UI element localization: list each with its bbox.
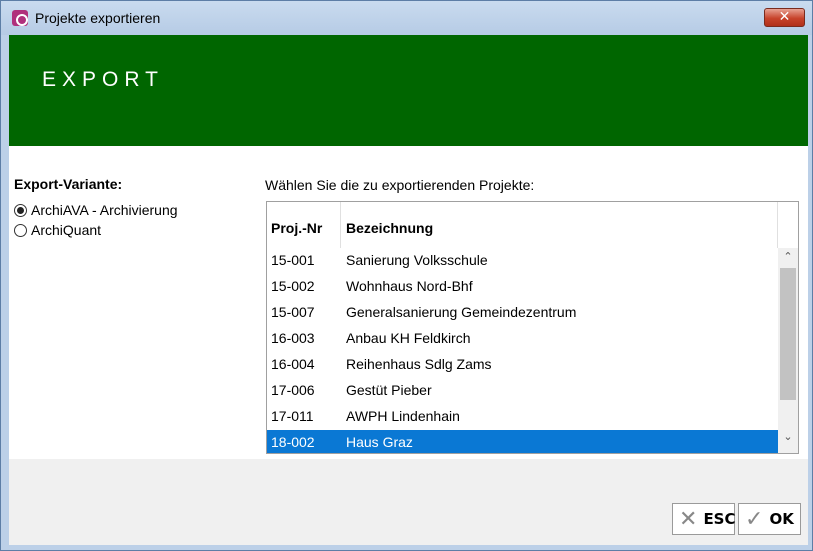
export-dialog: Projekte exportieren ✕ EXPORT Export-Var… <box>0 0 813 551</box>
table-row[interactable]: 17-011 AWPH Lindenhain <box>267 404 778 430</box>
column-header-nr[interactable]: Proj.-Nr <box>271 220 322 236</box>
window-title: Projekte exportieren <box>35 10 161 26</box>
check-icon: ✓ <box>745 506 764 532</box>
cell-nr: 16-003 <box>271 330 315 346</box>
app-icon <box>12 10 28 26</box>
project-list-caption: Wählen Sie die zu exportierenden Projekt… <box>265 177 535 193</box>
table-row[interactable]: 15-002 Wohnhaus Nord-Bhf <box>267 274 778 300</box>
ok-button[interactable]: ✓ OK <box>738 503 801 535</box>
cell-nr: 17-006 <box>271 382 315 398</box>
cell-nr: 15-001 <box>271 252 315 268</box>
table-row[interactable]: 15-001 Sanierung Volksschule <box>267 248 778 274</box>
column-header-bezeichnung[interactable]: Bezeichnung <box>346 220 433 236</box>
table-row[interactable]: 16-004 Reihenhaus Sdlg Zams <box>267 352 778 378</box>
cell-name: AWPH Lindenhain <box>346 408 460 424</box>
cell-name: Generalsanierung Gemeindezentrum <box>346 304 577 320</box>
cell-nr: 18-002 <box>271 434 315 450</box>
radio-archiquant-button[interactable] <box>14 223 27 237</box>
table-row[interactable]: 17-006 Gestüt Pieber <box>267 378 778 404</box>
dialog-client-area: EXPORT Export-Variante: ArchiAVA - Archi… <box>9 35 808 545</box>
grid-rows: 15-001 Sanierung Volksschule 15-002 Wohn… <box>267 248 778 453</box>
cell-name: Sanierung Volksschule <box>346 252 488 268</box>
banner-title: EXPORT <box>42 68 164 91</box>
cell-name: Wohnhaus Nord-Bhf <box>346 278 473 294</box>
radio-archiava-button[interactable] <box>14 203 27 217</box>
vertical-scrollbar[interactable]: ⌃ ⌄ <box>778 248 798 453</box>
project-grid[interactable]: Proj.-Nr Bezeichnung 15-001 Sanierung Vo… <box>266 201 799 454</box>
column-divider[interactable] <box>777 202 778 248</box>
scroll-thumb[interactable] <box>780 268 796 400</box>
content-panel: Export-Variante: ArchiAVA - Archivierung… <box>9 146 808 459</box>
radio-archiquant[interactable]: ArchiQuant <box>14 221 101 239</box>
cell-name: Anbau KH Feldkirch <box>346 330 471 346</box>
close-button[interactable]: ✕ <box>764 8 805 27</box>
export-variant-label: Export-Variante: <box>14 176 123 192</box>
cancel-icon: ✕ <box>679 506 698 532</box>
title-bar[interactable]: Projekte exportieren ✕ <box>1 1 812 35</box>
column-divider[interactable] <box>340 202 341 248</box>
cell-name: Reihenhaus Sdlg Zams <box>346 356 492 372</box>
cell-name: Haus Graz <box>346 434 413 450</box>
grid-header: Proj.-Nr Bezeichnung <box>267 202 798 248</box>
scroll-up-arrow-icon[interactable]: ⌃ <box>778 248 798 266</box>
cell-nr: 15-007 <box>271 304 315 320</box>
table-row[interactable]: 15-007 Generalsanierung Gemeindezentrum <box>267 300 778 326</box>
cell-nr: 15-002 <box>271 278 315 294</box>
ok-button-label: OK <box>769 510 794 528</box>
radio-archiquant-label: ArchiQuant <box>31 222 102 238</box>
scroll-down-arrow-icon[interactable]: ⌄ <box>778 428 798 446</box>
cell-name: Gestüt Pieber <box>346 382 432 398</box>
esc-button-label: ESC <box>703 510 736 528</box>
radio-archiava[interactable]: ArchiAVA - Archivierung <box>14 201 178 219</box>
table-row[interactable]: 16-003 Anbau KH Feldkirch <box>267 326 778 352</box>
esc-button[interactable]: ✕ ESC <box>672 503 736 535</box>
table-row-selected[interactable]: 18-002 Haus Graz <box>267 430 778 453</box>
cell-nr: 16-004 <box>271 356 315 372</box>
radio-archiava-label: ArchiAVA - Archivierung <box>31 202 178 218</box>
export-banner: EXPORT <box>9 35 808 146</box>
cell-nr: 17-011 <box>271 408 314 424</box>
